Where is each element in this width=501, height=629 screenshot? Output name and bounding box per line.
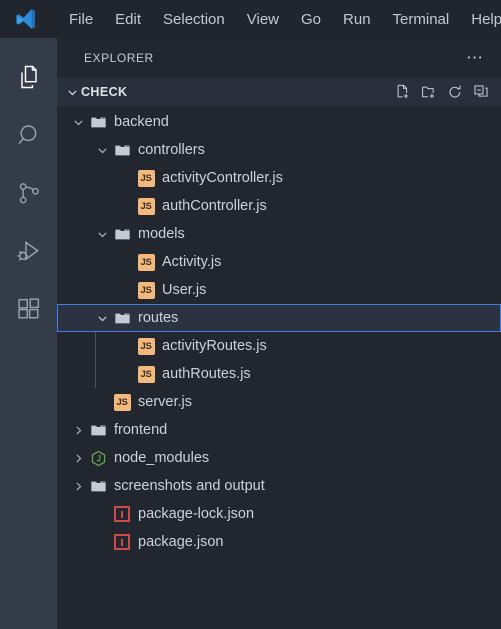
tree-row-label: Activity.js [162,253,222,270]
tree-row-label: package-lock.json [138,505,255,522]
chevron-right-icon[interactable] [69,424,87,437]
tree-row-label: node_modules [114,449,210,466]
indent-guide [95,332,96,360]
tree-row-label: package.json [138,533,224,550]
new-file-icon[interactable] [395,84,411,100]
menu-item-view[interactable]: View [236,7,290,32]
tree-row-backend[interactable]: backend [57,108,501,136]
tree-row-label: authRoutes.js [162,365,251,382]
tree-row-label: screenshots and output [114,477,265,494]
js-file-icon: JS [135,365,157,383]
title-menu-bar: File Edit Selection View Go Run Terminal… [0,0,501,38]
js-file-icon: JS [135,281,157,299]
tree-row-label: controllers [138,141,205,158]
vscode-window: File Edit Selection View Go Run Terminal… [0,0,501,629]
explorer-actions [395,84,493,100]
chevron-right-icon[interactable] [69,452,87,465]
nodejs-icon [87,450,109,467]
tree-row-label: User.js [162,281,207,298]
menu-bar-items: File Edit Selection View Go Run Terminal… [58,7,501,32]
js-file-icon: JS [111,393,133,411]
vscode-logo-icon [10,6,40,32]
tree-row-activitycontroller-js[interactable]: JS activityController.js [57,164,501,192]
activity-item-source-control[interactable] [0,164,57,222]
npm-json-icon [111,534,133,550]
folder-icon [111,142,133,159]
explorer-title-bar: EXPLORER ⋯ [57,38,501,78]
menu-item-go[interactable]: Go [290,7,332,32]
chevron-down-icon[interactable] [93,144,111,157]
extensions-blocks-icon [15,295,43,323]
chevron-down-icon[interactable] [69,116,87,129]
tree-row-label: authController.js [162,197,267,214]
tree-row-authcontroller-js[interactable]: JS authController.js [57,192,501,220]
tree-row-label: activityController.js [162,169,283,186]
chevron-right-icon[interactable] [69,480,87,493]
tree-row-label: backend [114,113,169,130]
folder-icon [87,478,109,495]
tree-row-package-json[interactable]: package.json [57,528,501,556]
menu-item-help[interactable]: Help [460,7,501,32]
js-file-icon: JS [135,197,157,215]
tree-row-user-js[interactable]: JS User.js [57,276,501,304]
menu-item-terminal[interactable]: Terminal [382,7,461,32]
activity-item-explorer[interactable] [0,48,57,106]
indent-guide [95,360,96,388]
explorer-sidebar: EXPLORER ⋯ CHECK backend controllers JS … [57,38,501,629]
tree-row-label: models [138,225,185,242]
tree-row-node-modules[interactable]: node_modules [57,444,501,472]
chevron-down-icon [63,86,81,99]
tree-row-activity-js[interactable]: JS Activity.js [57,248,501,276]
menu-item-file[interactable]: File [58,7,104,32]
folder-section-header[interactable]: CHECK [57,78,501,106]
tree-row-screenshots-and-output[interactable]: screenshots and output [57,472,501,500]
file-tree[interactable]: backend controllers JS activityControlle… [57,106,501,629]
folder-icon [111,226,133,243]
tree-row-label: routes [138,309,179,326]
activity-item-extensions[interactable] [0,280,57,338]
activity-item-search[interactable] [0,106,57,164]
tree-row-models[interactable]: models [57,220,501,248]
page-title: EXPLORER [84,51,154,65]
run-and-debug-icon [15,237,43,265]
tree-row-controllers[interactable]: controllers [57,136,501,164]
workspace-folder-name: CHECK [81,85,128,99]
folder-icon [87,422,109,439]
activity-item-run-debug[interactable] [0,222,57,280]
menu-item-selection[interactable]: Selection [152,7,236,32]
tree-row-label: server.js [138,393,192,410]
npm-json-icon [111,506,133,522]
tree-row-package-lock-json[interactable]: package-lock.json [57,500,501,528]
folder-icon [111,310,133,327]
chevron-down-icon[interactable] [93,228,111,241]
tree-row-authroutes-js[interactable]: JS authRoutes.js [57,360,501,388]
tree-row-activityroutes-js[interactable]: JS activityRoutes.js [57,332,501,360]
explorer-files-icon [15,63,43,91]
refresh-icon[interactable] [447,84,463,100]
tree-row-frontend[interactable]: frontend [57,416,501,444]
new-folder-icon[interactable] [421,84,437,100]
workbench-body: EXPLORER ⋯ CHECK backend controllers JS … [0,38,501,629]
search-icon [15,121,43,149]
js-file-icon: JS [135,253,157,271]
tree-row-label: activityRoutes.js [162,337,267,354]
tree-row-label: frontend [114,421,168,438]
js-file-icon: JS [135,337,157,355]
source-control-branch-icon [15,179,43,207]
tree-row-server-js[interactable]: JS server.js [57,388,501,416]
tree-row-routes[interactable]: routes [57,304,501,332]
folder-icon [87,114,109,131]
js-file-icon: JS [135,169,157,187]
menu-item-run[interactable]: Run [332,7,382,32]
activity-bar [0,38,57,629]
collapse-all-icon[interactable] [473,84,489,100]
ellipsis-icon[interactable]: ⋯ [464,49,487,67]
chevron-down-icon[interactable] [93,312,111,325]
menu-item-edit[interactable]: Edit [104,7,152,32]
